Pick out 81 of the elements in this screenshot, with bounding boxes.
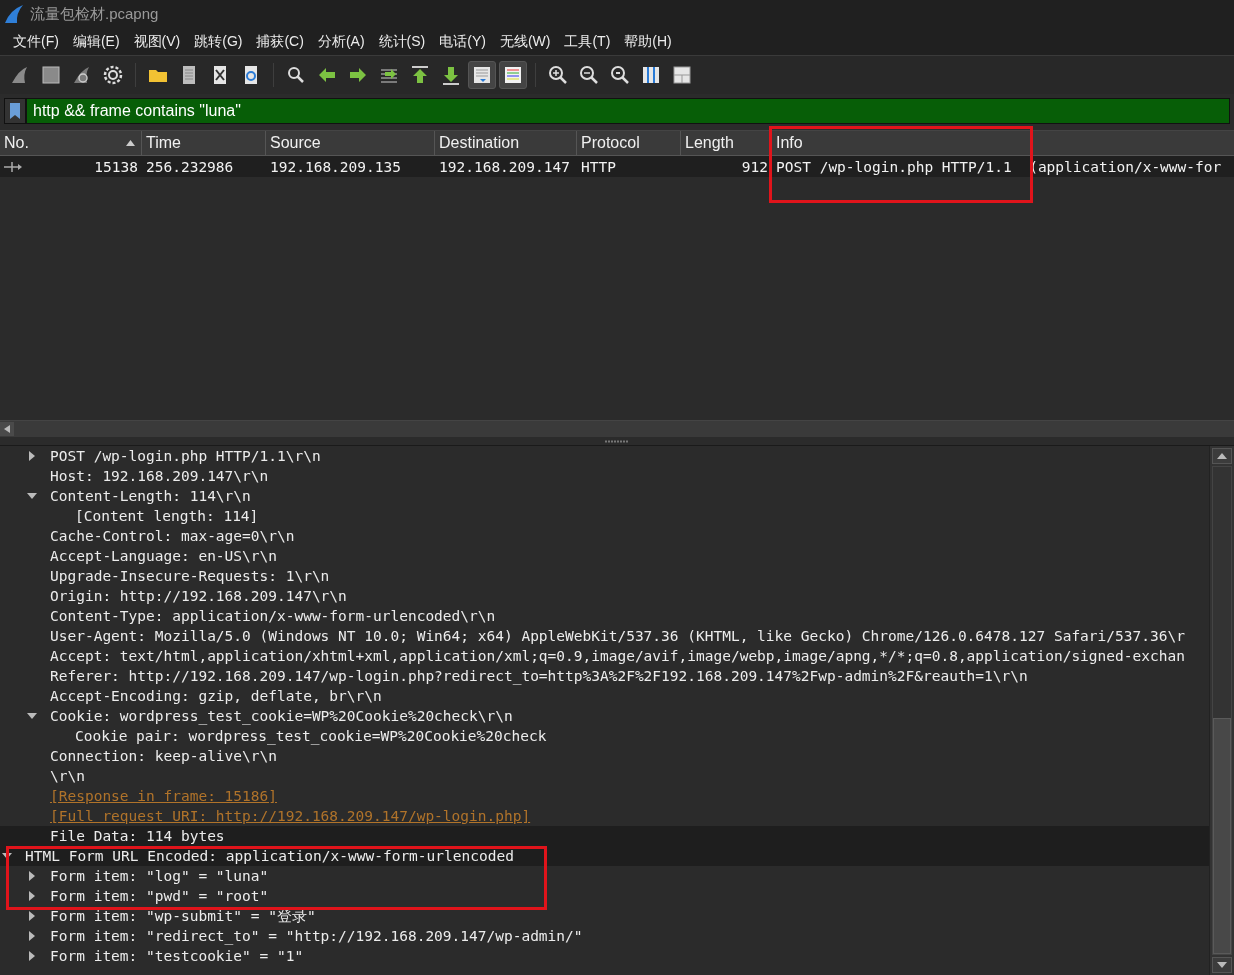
caret-down-icon[interactable]	[2, 853, 12, 859]
tree-item: Referer: http://192.168.209.147/wp-login.php?redirect_to=http%3A%2F%2F192.168.209.147%2Fwp-admin%2F&reauth=1\r\n	[50, 668, 1028, 684]
zoom-out-icon	[578, 64, 600, 86]
tree-item: HTML Form URL Encoded: application/x-www-form-urlencoded	[25, 848, 514, 864]
tree-item: File Data: 114 bytes	[50, 828, 225, 844]
tree-item: POST /wp-login.php HTTP/1.1\r\n	[50, 448, 321, 464]
menu-item[interactable]: 视图(V)	[126, 29, 188, 54]
grid-icon	[671, 64, 693, 86]
tree-item: Upgrade-Insecure-Requests: 1\r\n	[50, 568, 330, 584]
menu-item[interactable]: 电话(Y)	[432, 29, 493, 54]
column-header[interactable]: Protocol	[577, 131, 681, 155]
column-header[interactable]: Info	[772, 131, 1031, 155]
table-cell-text: 912	[740, 157, 769, 177]
menu-item[interactable]: 分析(A)	[310, 29, 372, 54]
colored-lines-icon	[502, 64, 524, 86]
caret-right-icon[interactable]	[29, 451, 35, 461]
toggle-button[interactable]	[499, 61, 527, 89]
tree-item: Content-Length: 114\r\n	[50, 488, 251, 504]
table-cell-text: 192.168.209.147	[438, 157, 571, 177]
column-header[interactable]: Destination	[435, 131, 577, 155]
menu-item[interactable]: 统计(S)	[371, 29, 433, 54]
tree-item: Form item: "pwd" = "root"	[50, 888, 269, 904]
up-arrow-icon	[409, 64, 431, 86]
table-cell-text: POST /wp-login.php HTTP/1.1 (application/x-www-for	[775, 157, 1223, 177]
tree-item: User-Agent: Mozilla/5.0 (Windows NT 10.0; Win64; x64) AppleWebKit/537.36 (KHTML, like Gecko) Chrome/126.0.6478.127 Safari/537.36\r	[50, 628, 1185, 644]
down-arrow-icon	[440, 64, 462, 86]
tree-item: Connection: keep-alive\r\n	[50, 748, 277, 764]
up-caret-icon[interactable]	[1217, 453, 1227, 459]
tree-item: Content-Type: application/x-www-form-urlencoded\r\n	[50, 608, 496, 624]
sort-arrow-icon	[126, 140, 135, 146]
table-cell-text: 256.232986	[145, 157, 235, 177]
column-header[interactable]: No.	[0, 131, 142, 155]
menu-item[interactable]: 捕获(C)	[249, 29, 311, 54]
scrollbar-thumb[interactable]	[1213, 718, 1231, 954]
tree-item: Accept-Language: en-US\r\n	[50, 548, 277, 564]
table-cell-text: HTTP	[580, 157, 617, 177]
columns-icon	[640, 64, 662, 86]
zoom-in-icon	[547, 64, 569, 86]
tree-item: Host: 192.168.209.147\r\n	[50, 468, 269, 484]
caret-down-icon[interactable]	[27, 493, 37, 499]
bookmark-icon[interactable]	[10, 103, 20, 119]
packet-row[interactable]: 15138 256.232986 192.168.209.135 192.168.209.147 HTTP 912 POST /wp-login.php HTTP/1.1 (application/x-www-for	[0, 156, 1234, 177]
tree-link[interactable]: [Response in frame: 15186]	[50, 788, 277, 804]
tree-item: Form item: "log" = "luna"	[50, 868, 269, 884]
display-filter-field[interactable]: http && frame contains "luna"	[26, 98, 1230, 124]
tree-item: Form item: "testcookie" = "1"	[50, 948, 304, 964]
menu-item[interactable]: 帮助(H)	[617, 29, 679, 54]
left-arrow-icon[interactable]	[4, 425, 10, 433]
zoom-icon	[609, 64, 631, 86]
table-cell: 15138	[94, 158, 138, 175]
toggle-button[interactable]	[468, 61, 496, 89]
tree-item: Accept-Encoding: gzip, deflate, br\r\n	[50, 688, 382, 704]
tree-item: Form item: "redirect_to" = "http://192.168.209.147/wp-admin/"	[50, 928, 583, 944]
down-caret-icon[interactable]	[1217, 962, 1227, 968]
window-title: 流量包检材.pcapng	[30, 4, 159, 24]
column-header[interactable]: Length	[681, 131, 772, 155]
tree-link[interactable]: [Full request URI: http://192.168.209.147/wp-login.php]	[50, 808, 531, 824]
column-header[interactable]: Time	[142, 131, 266, 155]
tree-item: Cookie pair: wordpress_test_cookie=WP%20Cookie%20check	[75, 728, 547, 744]
tree-item: Cache-Control: max-age=0\r\n	[50, 528, 295, 544]
menu-item[interactable]: 编辑(E)	[65, 29, 127, 54]
splitter-grip-icon[interactable]	[605, 439, 629, 443]
square-icon	[40, 64, 62, 86]
gear-icon	[102, 64, 124, 86]
related-packet-icon	[4, 160, 24, 173]
tree-item: Accept: text/html,application/xhtml+xml,application/xml;q=0.9,image/avif,image/webp,image/apng,*/*;q=0.8,application/signed-exchan	[50, 648, 1185, 664]
vertical-scrollbar[interactable]	[1209, 446, 1234, 975]
fin-logo-icon	[4, 4, 24, 24]
tree-item: Origin: http://192.168.209.147\r\n	[50, 588, 347, 604]
menu-item[interactable]: 工具(T)	[557, 29, 618, 54]
caret-down-icon[interactable]	[27, 713, 37, 719]
tree-item: Cookie: wordpress_test_cookie=WP%20Cookie%20check\r\n	[50, 708, 513, 724]
menu-item[interactable]: 无线(W)	[492, 29, 558, 54]
horizontal-scrollbar[interactable]	[0, 420, 1234, 437]
list-icon	[471, 64, 493, 86]
menu-item[interactable]: 跳转(G)	[187, 29, 250, 54]
tree-item: \r\n	[50, 768, 85, 784]
menu-item[interactable]: 文件(F)	[6, 29, 66, 54]
table-cell-text: 192.168.209.135	[269, 157, 402, 177]
column-header[interactable]: Source	[266, 131, 435, 155]
tree-item: [Content length: 114]	[75, 508, 259, 524]
